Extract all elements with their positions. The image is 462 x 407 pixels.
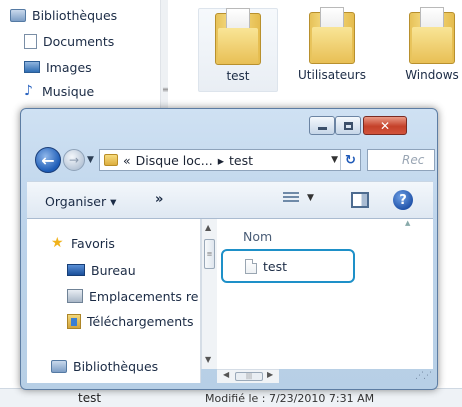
close-button[interactable]: ✕ xyxy=(363,116,407,135)
back-button[interactable]: ← xyxy=(35,147,61,173)
minimize-icon xyxy=(317,127,327,130)
search-placeholder: Rec xyxy=(402,153,425,167)
breadcrumb-overflow[interactable]: « xyxy=(123,153,131,168)
nav-item-recent-places[interactable]: Emplacements re xyxy=(67,286,198,306)
nav-item-desktop[interactable]: Bureau xyxy=(67,260,136,280)
nav-item-downloads[interactable]: Téléchargements xyxy=(67,311,194,331)
background-navigation-pane: Bibliothèques Documents Images ♪ Musique… xyxy=(0,0,169,112)
favorites-star-icon: ★ xyxy=(51,235,64,251)
nav-item-libraries[interactable]: Bibliothèques xyxy=(51,356,158,376)
maximize-icon xyxy=(343,121,353,130)
bg-folder-label: test xyxy=(226,69,250,83)
background-status-bar: test Modifié le : 7/23/2010 7:31 AM xyxy=(0,388,462,407)
bg-nav-libraries-label: Bibliothèques xyxy=(32,7,118,23)
libraries-icon xyxy=(10,8,26,22)
documents-icon xyxy=(24,33,37,49)
scroll-right-icon[interactable]: ▶ xyxy=(267,370,273,379)
folder-icon xyxy=(409,7,455,64)
libraries-icon xyxy=(51,359,67,373)
bg-nav-documents-label: Documents xyxy=(43,33,115,49)
file-name: test xyxy=(263,258,288,274)
search-input[interactable]: Rec xyxy=(367,149,435,171)
scroll-left-icon[interactable]: ◀ xyxy=(223,370,229,379)
command-bar: Organiser ▾ » ▼ ? xyxy=(27,181,433,219)
sort-indicator-icon: ▲ xyxy=(405,219,411,227)
bg-folder-item[interactable]: test xyxy=(198,8,278,92)
bg-folder-item[interactable]: Utilisateurs xyxy=(292,7,372,92)
address-bar[interactable]: « Disque loc... ▸ test ▼ ↻ xyxy=(99,149,361,171)
view-dropdown-icon: ▼ xyxy=(307,193,314,203)
preview-pane-button[interactable] xyxy=(351,192,369,208)
images-icon xyxy=(24,61,40,73)
bg-nav-images-label: Images xyxy=(46,59,92,75)
maximize-button[interactable] xyxy=(335,116,361,135)
bg-nav-item-libraries[interactable]: Bibliothèques xyxy=(10,4,117,26)
scroll-down-icon[interactable]: ▼ xyxy=(205,355,211,364)
explorer-dialog-window: ✕ ← → ▼ « Disque loc... ▸ test ▼ ↻ Rec O… xyxy=(20,108,438,390)
bg-scrollbar-grip[interactable]: ≡ xyxy=(162,84,169,96)
horizontal-scrollbar[interactable]: ◀ ||| ▶ xyxy=(217,369,279,383)
breadcrumb-separator[interactable]: ▸ xyxy=(218,153,224,168)
bg-nav-music-label: Musique xyxy=(42,83,95,99)
bg-nav-scrollbar[interactable]: ≡ xyxy=(160,0,169,112)
scroll-up-icon[interactable]: ▲ xyxy=(205,223,211,232)
bg-folder-label: Windows xyxy=(405,68,459,82)
forward-arrow-icon: → xyxy=(68,153,80,167)
forward-button[interactable]: → xyxy=(63,149,85,171)
background-content-pane: test Utilisateurs Windows xyxy=(170,0,462,112)
minimize-button[interactable] xyxy=(309,116,335,135)
folder-icon xyxy=(215,8,261,65)
help-button[interactable]: ? xyxy=(393,190,413,210)
file-icon xyxy=(245,258,257,274)
more-commands-button[interactable]: » xyxy=(155,192,163,207)
status-modified-date: Modifié le : 7/23/2010 7:31 AM xyxy=(205,392,375,405)
recent-pages-dropdown-icon[interactable]: ▼ xyxy=(87,155,94,165)
address-dropdown-icon[interactable]: ▼ xyxy=(331,155,338,165)
refresh-button[interactable]: ↻ xyxy=(340,150,360,170)
nav-desktop-label: Bureau xyxy=(91,262,136,278)
music-note-icon: ♪ xyxy=(24,82,33,99)
nav-downloads-label: Téléchargements xyxy=(87,313,194,329)
file-list-item[interactable]: test xyxy=(221,249,355,283)
nav-item-favorites[interactable]: ★ Favoris xyxy=(51,233,115,253)
close-icon: ✕ xyxy=(379,118,391,133)
resize-grip[interactable]: ⋰⋰ xyxy=(415,371,432,381)
refresh-icon: ↻ xyxy=(345,152,356,168)
breadcrumb-current[interactable]: test xyxy=(229,153,253,168)
back-arrow-icon: ← xyxy=(41,150,55,170)
desktop-icon xyxy=(67,264,85,276)
change-view-button[interactable]: ▼ xyxy=(283,192,314,204)
navigation-pane: ★ Favoris Bureau Emplacements re Télécha… xyxy=(27,219,201,383)
nav-favorites-label: Favoris xyxy=(71,235,115,251)
breadcrumb-parent[interactable]: Disque loc... xyxy=(136,153,213,168)
nav-libraries-label: Bibliothèques xyxy=(73,358,159,374)
bg-nav-item-documents[interactable]: Documents xyxy=(24,30,114,52)
folder-icon xyxy=(309,7,355,64)
status-item-name: test xyxy=(78,391,102,405)
navigation-vertical-scrollbar[interactable]: ▲ ≡ ▼ xyxy=(201,219,217,369)
file-list-pane: Nom ▲ test xyxy=(217,219,433,369)
bg-nav-item-music[interactable]: ♪ Musique xyxy=(24,80,94,102)
recent-places-icon xyxy=(67,289,83,303)
scrollbar-thumb[interactable]: ≡ xyxy=(204,239,215,269)
downloads-icon xyxy=(67,313,81,329)
folder-icon xyxy=(104,154,118,166)
view-options-icon xyxy=(283,192,299,204)
help-icon: ? xyxy=(399,192,407,208)
bg-folder-item[interactable]: Windows xyxy=(392,7,462,92)
bg-folder-label: Utilisateurs xyxy=(298,68,366,82)
bg-nav-item-images[interactable]: Images xyxy=(24,56,92,78)
column-header-name[interactable]: Nom xyxy=(243,229,272,244)
horizontal-scrollbar-thumb[interactable]: ||| xyxy=(235,372,263,381)
nav-places-label: Emplacements re xyxy=(89,288,199,304)
organize-button[interactable]: Organiser ▾ xyxy=(45,194,116,209)
